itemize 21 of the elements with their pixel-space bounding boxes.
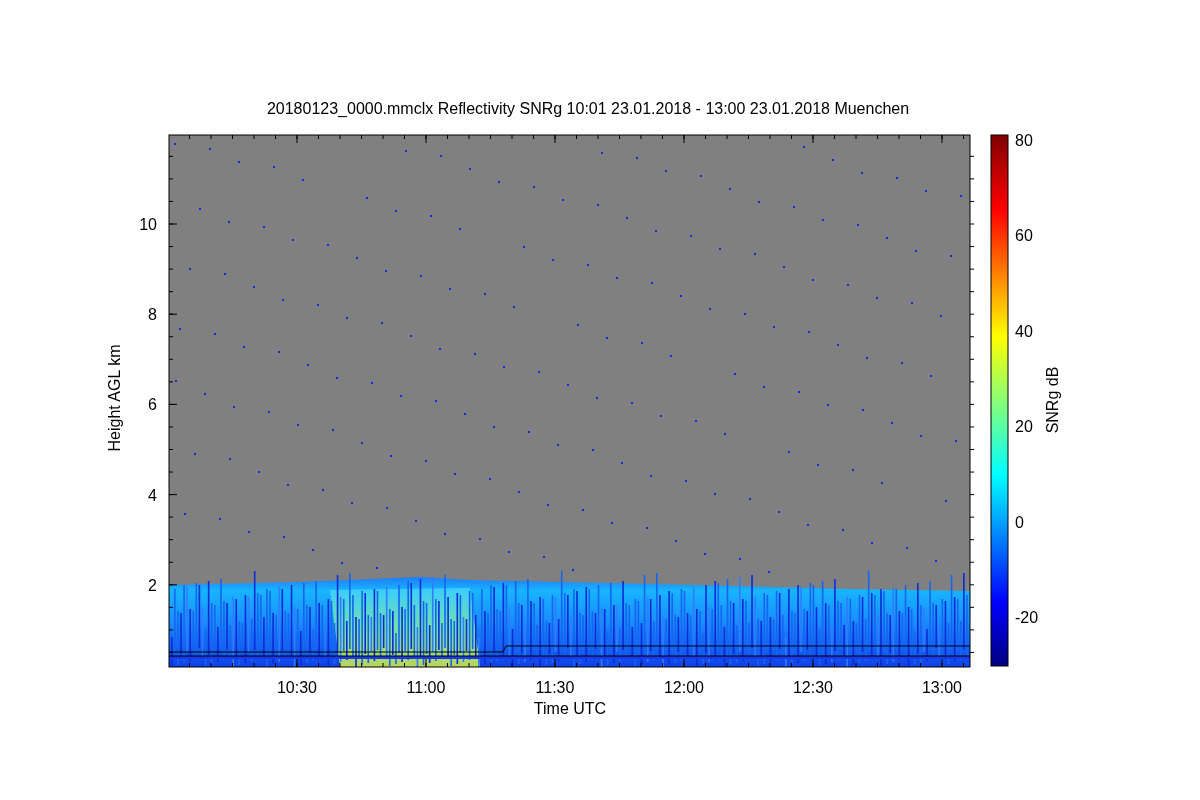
x-tick-label: 11:30 (535, 679, 575, 696)
x-tick-label: 13:00 (922, 679, 962, 696)
y-tick-label: 8 (148, 306, 157, 324)
y-tick-label: 4 (148, 486, 157, 504)
plot-title: 20180123_0000.mmclx Reflectivity SNRg 10:01 23.01.2018 - 13:00 23.01.2018 Muenchen (266, 100, 910, 117)
y-tick-label: 2 (148, 576, 157, 594)
y-tick-label: 6 (148, 396, 157, 414)
x-tick-label: 12:00 (664, 679, 704, 696)
x-tick-label: 10:30 (277, 679, 317, 696)
colorbar-tick-label: 60 (1015, 227, 1033, 245)
x-axis-label: Time UTC (533, 700, 607, 717)
colorbar-label: SNRg dB (1044, 366, 1061, 434)
colorbar-tick-label: 0 (1015, 513, 1024, 531)
x-tick-label: 11:00 (406, 679, 446, 696)
colorbar-tick-label: -20 (1015, 609, 1039, 626)
y-axis-label: Height AGL km (106, 344, 123, 452)
x-tick-label: 12:30 (793, 679, 833, 696)
colorbar-tick-label: 20 (1015, 418, 1033, 436)
colorbar-tick-label: 40 (1015, 322, 1033, 340)
colorbar-tick-label: 80 (1015, 132, 1033, 149)
y-tick-label: 10 (139, 216, 157, 233)
